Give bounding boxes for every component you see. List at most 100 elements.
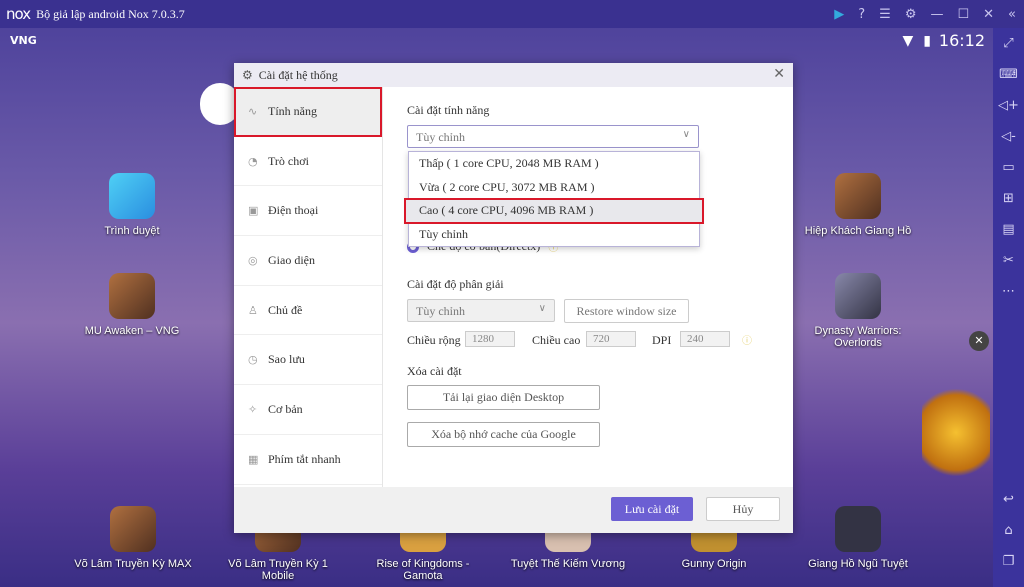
- collapse-icon[interactable]: «: [1008, 7, 1016, 22]
- app-label: Gunny Origin: [681, 558, 747, 570]
- puzzle-icon: ✧: [248, 402, 258, 416]
- app-label: Võ Lâm Truyền Kỳ 1 Mobile: [228, 558, 328, 582]
- dialog-close-icon[interactable]: ✕: [773, 66, 785, 82]
- app-label: Tuyệt Thế Kiếm Vương: [510, 558, 626, 570]
- dropdown-option[interactable]: Thấp ( 1 core CPU, 2048 MB RAM ): [409, 152, 699, 176]
- gunny-origin-ad[interactable]: [922, 380, 990, 485]
- reload-desktop-button[interactable]: Tải lại giao diện Desktop: [407, 385, 600, 410]
- sidebar-item-label: Tính năng: [268, 103, 317, 118]
- sidebar-item-label: Điện thoại: [268, 203, 319, 218]
- dpi-label: DPI: [652, 333, 672, 347]
- recent-apps-icon[interactable]: ❐: [1003, 546, 1015, 577]
- app-label: Hiệp Khách Giang Hồ: [804, 225, 912, 237]
- chevron-down-icon: ∨: [682, 129, 690, 140]
- dialog-title: Cài đặt hệ thống: [258, 67, 338, 82]
- app-mu-awaken[interactable]: MU Awaken – VNG: [67, 273, 197, 337]
- keyboard-icon[interactable]: ⌨: [999, 59, 1018, 90]
- sidebar-item-shortcuts[interactable]: ▦ Phím tắt nhanh: [234, 435, 382, 485]
- sidebar-item-label: Giao diện: [268, 252, 315, 267]
- dropdown-option-highlighted[interactable]: Cao ( 4 core CPU, 4096 MB RAM ): [404, 198, 704, 224]
- dpi-field[interactable]: 240: [680, 331, 730, 347]
- system-settings-dialog: ⚙ Cài đặt hệ thống ✕ ∿ Tính năng ◔ Trò chơ…: [234, 63, 793, 533]
- chevron-down-icon: ∨: [538, 303, 546, 314]
- restore-window-size-button[interactable]: Restore window size: [564, 299, 689, 323]
- help-icon[interactable]: ?: [858, 7, 865, 22]
- height-field[interactable]: 720: [586, 331, 636, 347]
- app-label: Rise of Kingdoms - Gamota: [376, 558, 470, 582]
- dock-app[interactable]: Giang Hồ Ngũ Tuyệt: [793, 506, 923, 570]
- dropdown-option[interactable]: Vừa ( 2 core CPU, 3072 MB RAM ): [409, 176, 699, 200]
- clock: 16:12: [938, 31, 985, 50]
- game-ad-close-icon[interactable]: ✕: [969, 331, 989, 351]
- keyboard-icon: ▦: [248, 452, 259, 466]
- option-label: Cao ( 4 core CPU, 4096 MB RAM ): [419, 203, 594, 217]
- toolbox-icon[interactable]: ▤: [1002, 214, 1014, 245]
- maximize-icon[interactable]: ☐: [957, 7, 969, 22]
- performance-section-title: Cài đặt tính năng: [407, 103, 490, 117]
- app-label: Dynasty Warriors: Overlords: [814, 325, 902, 349]
- sidebar-item-theme[interactable]: ♙ Chủ đề: [234, 286, 382, 336]
- height-label: Chiều cao: [532, 333, 581, 347]
- add-apk-icon[interactable]: ⊞: [1003, 183, 1014, 214]
- battery-icon: ▮: [923, 33, 931, 49]
- sidebar-item-performance[interactable]: ∿ Tính năng: [234, 87, 382, 137]
- android-statusbar: VNG ▼ ▮ 16:12: [0, 28, 993, 56]
- width-label: Chiều rộng: [407, 333, 461, 347]
- sidebar-item-label: Trò chơi: [268, 153, 309, 168]
- settings-sidebar: ∿ Tính năng ◔ Trò chơi ▣ Điện thoại ◎ Giao d…: [234, 87, 383, 487]
- select-value: Tùy chỉnh: [416, 304, 465, 318]
- sidebar-item-basic[interactable]: ✧ Cơ bản: [234, 385, 382, 435]
- dialog-footer: Lưu cài đặt Hủy: [234, 487, 793, 533]
- sidebar-item-backup[interactable]: ◷ Sao lưu: [234, 335, 382, 386]
- performance-select[interactable]: Tùy chỉnh ∨: [407, 125, 699, 148]
- dropdown-option[interactable]: Tùy chỉnh: [409, 223, 699, 247]
- save-settings-button[interactable]: Lưu cài đặt: [611, 497, 693, 521]
- play-store-icon[interactable]: ▶: [834, 7, 844, 22]
- more-icon[interactable]: ⋯: [1002, 276, 1015, 307]
- phone-icon: ▣: [248, 204, 259, 218]
- app-dynasty-warriors[interactable]: Dynasty Warriors: Overlords: [793, 273, 923, 349]
- resolution-select[interactable]: Tùy chỉnh ∨: [407, 299, 555, 322]
- sidebar-item-games[interactable]: ◔ Trò chơi: [234, 137, 382, 187]
- clear-google-cache-button[interactable]: Xóa bộ nhớ cache của Google: [407, 422, 600, 447]
- info-icon: ⓘ: [742, 336, 752, 347]
- carrier-label: VNG: [10, 34, 37, 47]
- app-hiep-khach[interactable]: Hiệp Khách Giang Hồ: [793, 173, 923, 237]
- history-icon: ◷: [248, 353, 258, 367]
- nox-logo: nox: [6, 5, 31, 23]
- minimize-icon[interactable]: —: [930, 7, 943, 22]
- clear-section-title: Xóa cài đặt: [407, 364, 462, 378]
- resolution-section-title: Cài đặt độ phân giải: [407, 277, 504, 291]
- home-icon[interactable]: ⌂: [1004, 515, 1012, 546]
- wifi-icon: ▼: [902, 33, 914, 49]
- pulse-icon: ∿: [248, 104, 258, 118]
- dialog-titlebar: ⚙ Cài đặt hệ thống ✕: [234, 63, 793, 87]
- volume-up-icon[interactable]: ◁+: [998, 90, 1019, 121]
- dock-app[interactable]: Võ Lâm Truyền Kỳ MAX: [68, 506, 198, 570]
- fullscreen-icon[interactable]: ⤢: [1003, 28, 1013, 59]
- palette-icon: ◎: [248, 253, 258, 267]
- screenshot-icon[interactable]: ✂: [1003, 245, 1014, 276]
- settings-icon[interactable]: ⚙: [905, 7, 917, 22]
- shirt-icon: ♙: [248, 303, 258, 317]
- window-title: Bộ giả lập android Nox 7.0.3.7: [36, 6, 185, 21]
- app-label: Trình duyệt: [104, 225, 160, 237]
- sidebar-item-label: Sao lưu: [268, 352, 305, 367]
- menu-icon[interactable]: ☰: [879, 7, 891, 22]
- select-value: Tùy chỉnh: [416, 130, 465, 144]
- screen-icon[interactable]: ▭: [1002, 152, 1014, 183]
- sidebar-item-label: Chủ đề: [268, 302, 303, 317]
- sidebar-item-phone[interactable]: ▣ Điện thoại: [234, 186, 382, 237]
- back-icon[interactable]: ↩: [1003, 484, 1014, 515]
- sidebar-item-interface[interactable]: ◎ Giao diện: [234, 236, 382, 286]
- width-field[interactable]: 1280: [465, 331, 515, 347]
- gear-icon: ⚙: [242, 68, 253, 82]
- app-label: MU Awaken – VNG: [84, 325, 180, 337]
- close-icon[interactable]: ✕: [983, 7, 994, 22]
- app-browser[interactable]: Trình duyệt: [67, 173, 197, 237]
- volume-down-icon[interactable]: ◁-: [1001, 121, 1016, 152]
- right-toolbar: ⤢ ⌨ ◁+ ◁- ▭ ⊞ ▤ ✂ ⋯ ↩ ⌂ ❐: [993, 28, 1024, 587]
- game-icon: ◔: [248, 154, 258, 168]
- cancel-button[interactable]: Hủy: [706, 497, 780, 521]
- performance-dropdown-menu: Thấp ( 1 core CPU, 2048 MB RAM ) Vừa ( 2…: [404, 151, 704, 247]
